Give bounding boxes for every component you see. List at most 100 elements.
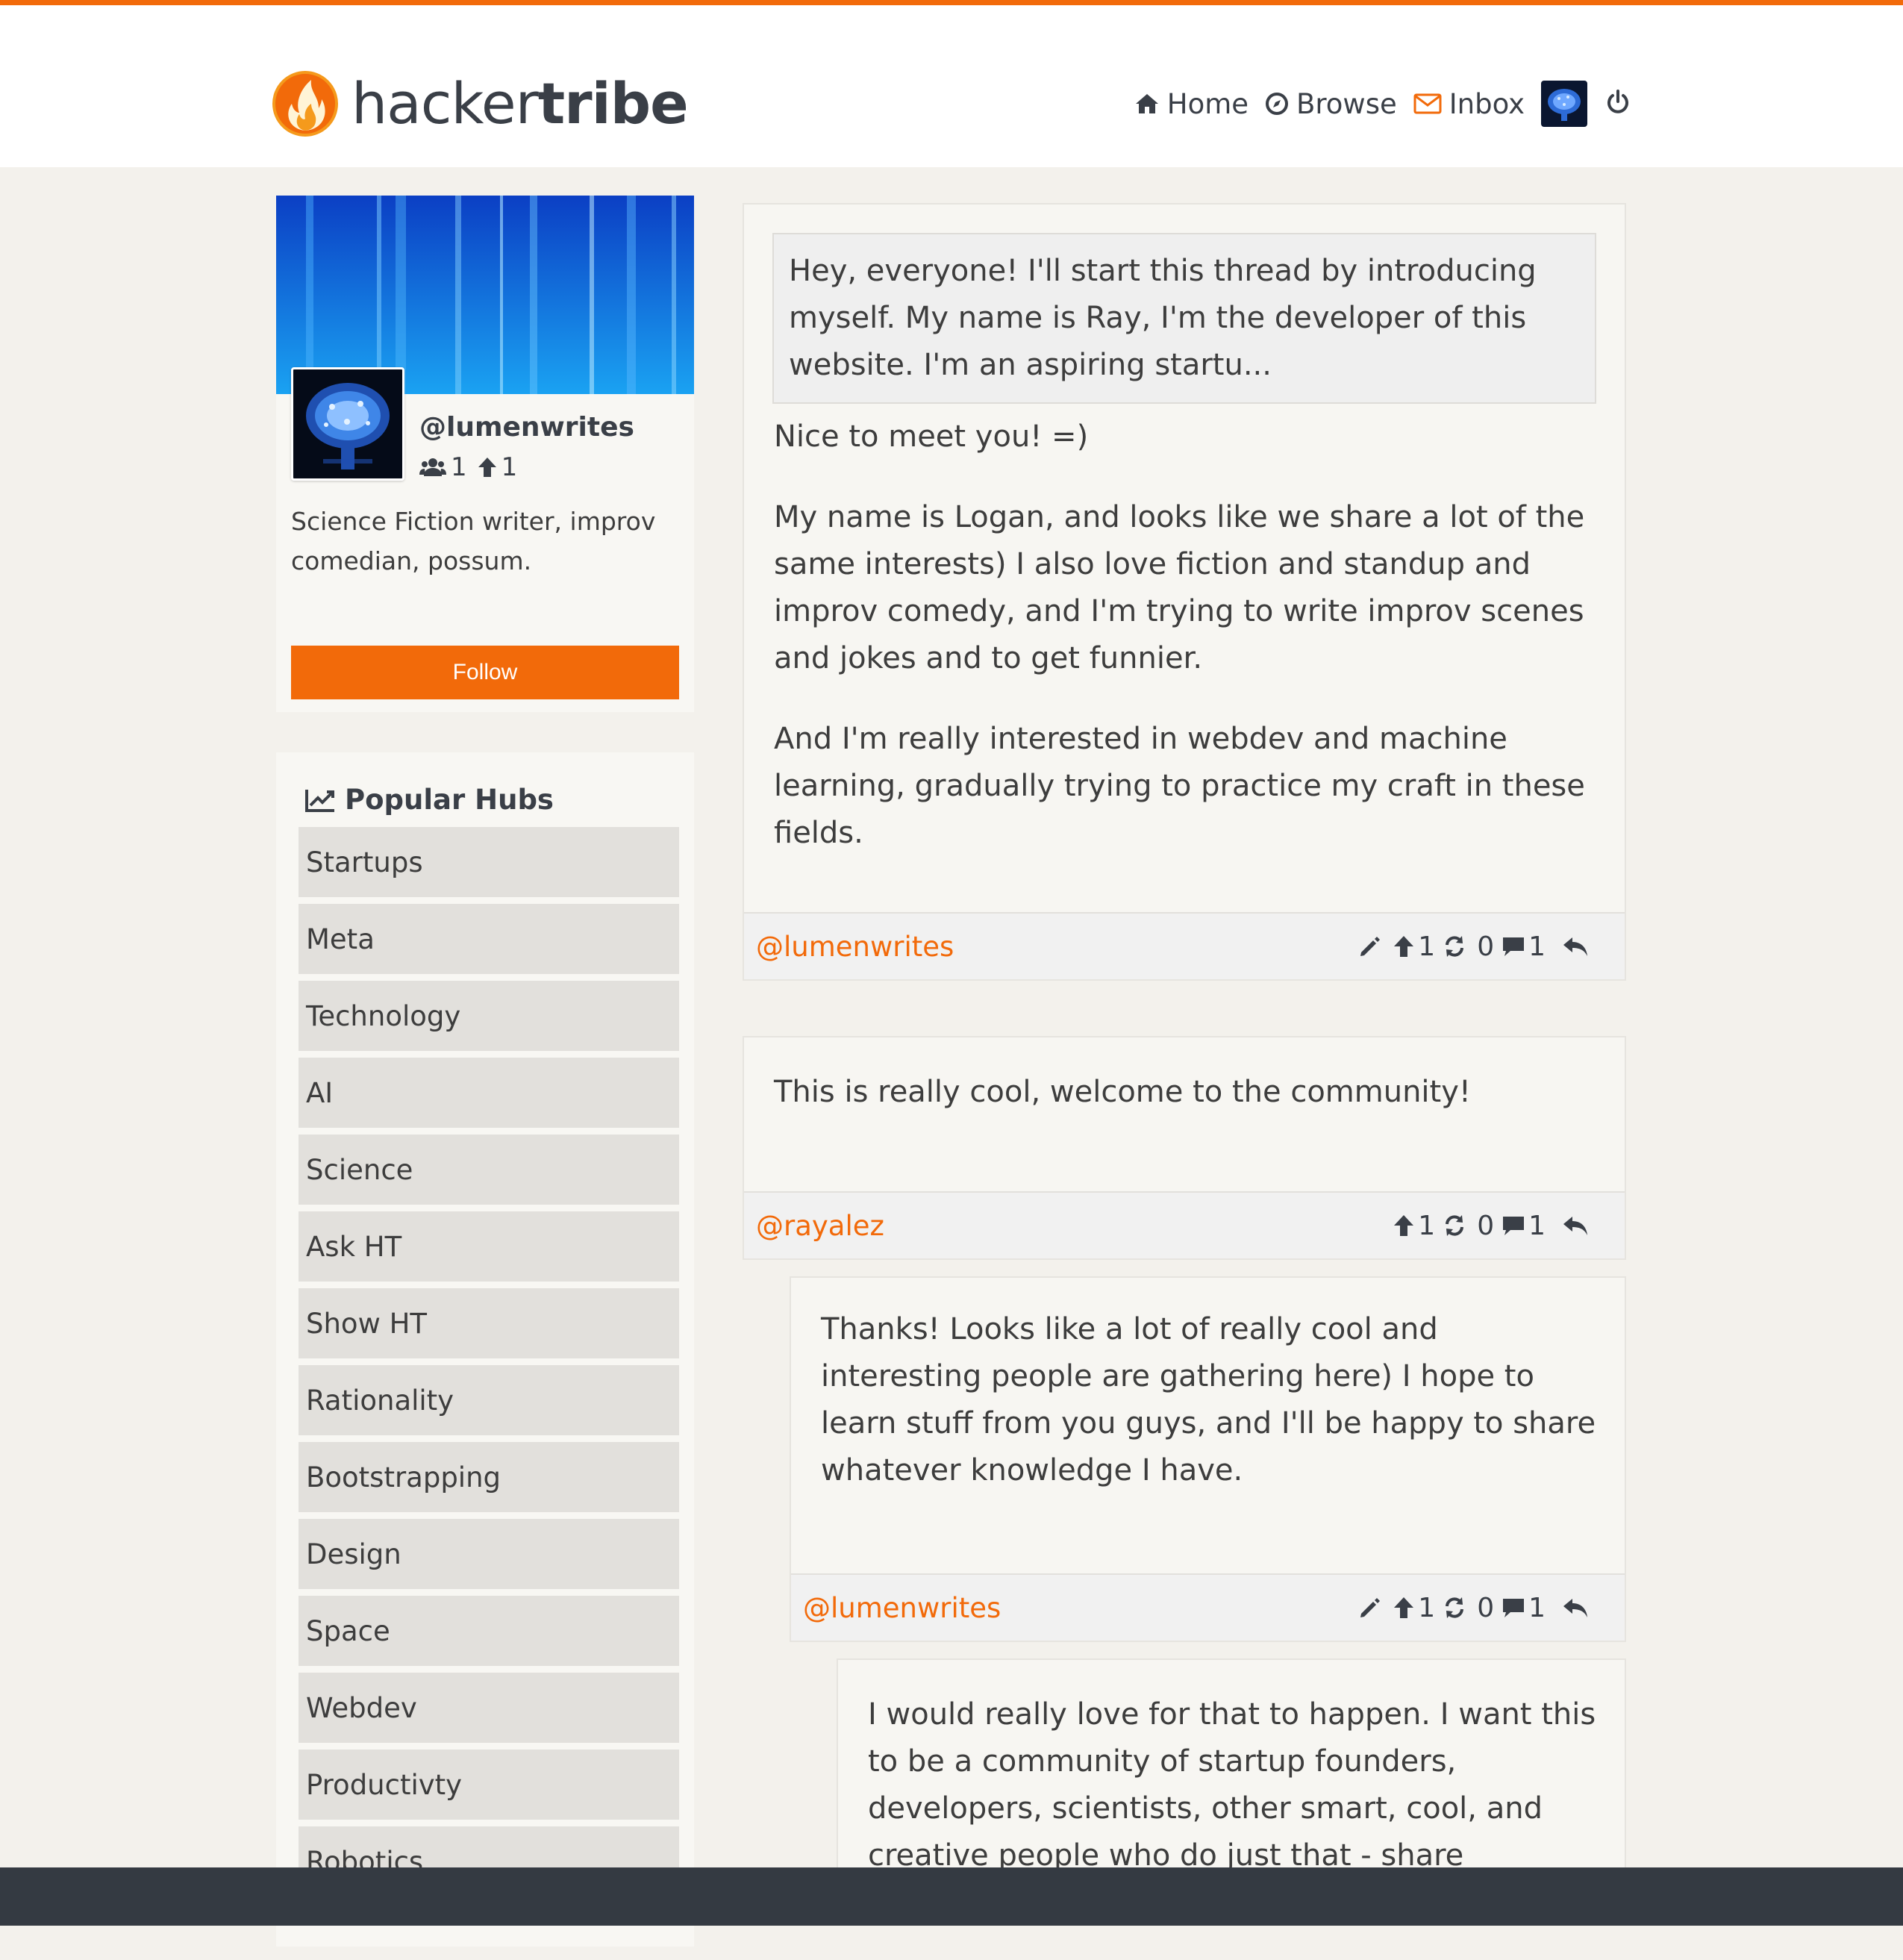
- upvote-count: 1: [1418, 1592, 1436, 1623]
- repost-button[interactable]: 0: [1443, 1211, 1494, 1241]
- profile-card: @lumenwrites 1 1 Science Fiction writer,…: [276, 196, 694, 712]
- profile-cover-image: [276, 196, 694, 394]
- logout-button[interactable]: [1605, 89, 1631, 119]
- hub-item[interactable]: Science: [299, 1135, 679, 1205]
- nav-inbox[interactable]: Inbox: [1413, 88, 1525, 120]
- hub-item[interactable]: Show HT: [299, 1288, 679, 1358]
- nav-inbox-label: Inbox: [1449, 87, 1525, 120]
- brand-name-light: hacker: [351, 70, 539, 137]
- profile-username[interactable]: @lumenwrites: [419, 412, 634, 443]
- comment-count: 1: [1528, 1210, 1546, 1241]
- comment-author[interactable]: @rayalez: [756, 1193, 884, 1258]
- comment-footer: @rayalez 1 0 1: [744, 1191, 1625, 1258]
- hub-item[interactable]: Space: [299, 1596, 679, 1666]
- compass-icon: [1266, 93, 1289, 115]
- comment-author[interactable]: @lumenwrites: [803, 1575, 1001, 1641]
- repost-icon: [1446, 1597, 1464, 1618]
- header: hackertribe Home Browse Inbox: [0, 5, 1903, 167]
- popular-hubs-title: Popular Hubs: [345, 784, 554, 816]
- brand-name: hackertribe: [351, 75, 689, 132]
- upvote-count: 1: [1418, 931, 1436, 962]
- repost-count: 0: [1477, 1210, 1495, 1241]
- repost-count: 0: [1477, 931, 1495, 962]
- comment-paragraph: Nice to meet you! =): [774, 419, 1089, 454]
- edit-button[interactable]: [1358, 934, 1385, 958]
- comment-count: 1: [1528, 931, 1546, 962]
- upvote-button[interactable]: 1: [1393, 1593, 1435, 1623]
- comment-actions: 1 0 1: [1351, 914, 1592, 979]
- nav-browse[interactable]: Browse: [1265, 88, 1397, 120]
- reply-button[interactable]: [1562, 935, 1592, 958]
- upvotes-count: 1: [501, 452, 518, 482]
- logo[interactable]: hackertribe: [272, 71, 689, 137]
- trending-chart-icon: [305, 789, 334, 812]
- comment-card: This is really cool, welcome to the comm…: [743, 1036, 1626, 1260]
- hub-item[interactable]: Bootstrapping: [299, 1442, 679, 1512]
- follow-button[interactable]: Follow: [291, 646, 679, 699]
- hub-item[interactable]: Rationality: [299, 1365, 679, 1435]
- upvote-count: 1: [1418, 1210, 1436, 1241]
- hub-item[interactable]: Ask HT: [299, 1211, 679, 1282]
- upvote-button[interactable]: 1: [1393, 931, 1435, 962]
- popular-hubs-heading: Popular Hubs: [304, 784, 554, 816]
- comment-icon: [1503, 1599, 1525, 1617]
- top-accent-line: [0, 0, 1903, 5]
- nav-home[interactable]: Home: [1134, 88, 1249, 120]
- power-icon: [1607, 90, 1628, 113]
- brain-avatar-icon: [293, 369, 402, 478]
- hub-item[interactable]: Startups: [299, 827, 679, 897]
- upvote-icon: [1394, 1215, 1414, 1236]
- comment-icon: [1503, 937, 1525, 956]
- brain-avatar-icon: [1541, 81, 1587, 127]
- upvote-button[interactable]: 1: [1393, 1211, 1435, 1241]
- footer-bar: [0, 1867, 1903, 1926]
- hub-item[interactable]: Webdev: [299, 1673, 679, 1743]
- comment-count: 1: [1528, 1592, 1546, 1623]
- comment-paragraph: My name is Logan, and looks like we shar…: [774, 500, 1585, 675]
- profile-avatar[interactable]: [291, 367, 404, 481]
- reply-button[interactable]: [1562, 1597, 1592, 1619]
- repost-button[interactable]: 0: [1443, 931, 1494, 962]
- comment-actions: 1 0 1: [1351, 1575, 1592, 1641]
- brand-name-bold: tribe: [537, 70, 689, 137]
- repost-icon: [1446, 1215, 1464, 1236]
- comment-card: Hey, everyone! I'll start this thread by…: [743, 203, 1626, 981]
- followers-icon: [419, 458, 446, 476]
- profile-bio: Science Fiction writer, improv comedian,…: [291, 507, 656, 575]
- hub-item[interactable]: Technology: [299, 981, 679, 1051]
- nav-home-label: Home: [1166, 87, 1249, 120]
- hub-item[interactable]: Meta: [299, 904, 679, 974]
- hub-item[interactable]: AI: [299, 1058, 679, 1128]
- user-avatar[interactable]: [1541, 81, 1587, 127]
- comment-body: Nice to meet you! =) My name is Logan, a…: [774, 413, 1610, 890]
- comment-footer: @lumenwrites 1 0 1: [744, 912, 1625, 979]
- pencil-icon: [1360, 1598, 1381, 1617]
- reply-button[interactable]: [1562, 1214, 1592, 1237]
- comment-author[interactable]: @lumenwrites: [756, 914, 954, 979]
- reply-icon: [1563, 937, 1587, 956]
- hub-item[interactable]: Productivty: [299, 1750, 679, 1820]
- followers-count: 1: [451, 452, 467, 482]
- home-icon: [1135, 94, 1158, 113]
- envelope-icon: [1413, 93, 1442, 114]
- comments-button[interactable]: 1: [1502, 1211, 1546, 1241]
- hub-item[interactable]: Design: [299, 1519, 679, 1589]
- repost-count: 0: [1477, 1592, 1495, 1623]
- comment-footer: @lumenwrites 1 0 1: [791, 1573, 1625, 1641]
- repost-icon: [1446, 936, 1464, 957]
- comments-button[interactable]: 1: [1502, 1593, 1546, 1623]
- comments-button[interactable]: 1: [1502, 931, 1546, 962]
- nav-browse-label: Browse: [1296, 87, 1397, 120]
- reply-icon: [1563, 1599, 1587, 1617]
- comment-body: Thanks! Looks like a lot of really cool …: [821, 1306, 1597, 1528]
- comment-paragraph: And I'm really interested in webdev and …: [774, 722, 1585, 850]
- top-nav: Home Browse Inbox: [1118, 80, 1631, 128]
- comment-actions: 1 0 1: [1385, 1193, 1592, 1258]
- flame-logo-icon: [272, 71, 338, 137]
- upvote-icon: [1394, 1597, 1414, 1618]
- comment-icon: [1503, 1217, 1525, 1235]
- quoted-parent-post[interactable]: Hey, everyone! I'll start this thread by…: [772, 233, 1596, 404]
- repost-button[interactable]: 0: [1443, 1593, 1494, 1623]
- comment-paragraph: Thanks! Looks like a lot of really cool …: [821, 1312, 1596, 1488]
- edit-button[interactable]: [1358, 1596, 1385, 1620]
